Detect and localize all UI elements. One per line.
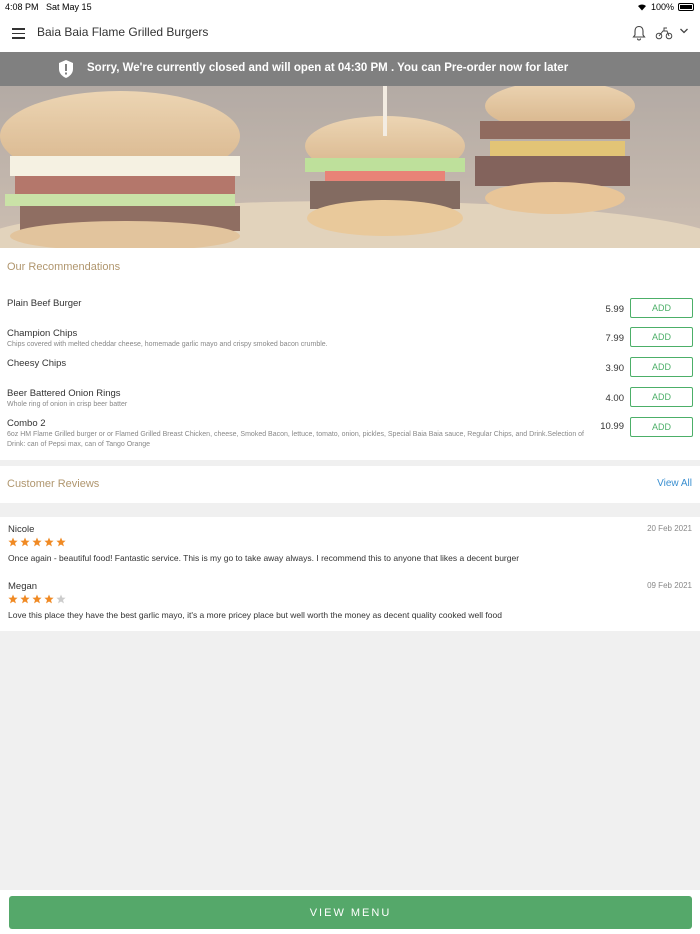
status-time-text: 4:08 PM	[5, 2, 39, 12]
add-button[interactable]: ADD	[630, 327, 693, 347]
review-item: Nicole 20 Feb 2021 Once again - beautifu…	[0, 517, 700, 573]
rec-name: Combo 2	[7, 418, 46, 429]
rec-name: Cheesy Chips	[7, 358, 67, 369]
reviews-list: Nicole 20 Feb 2021 Once again - beautifu…	[0, 517, 700, 631]
rec-price: 5.99	[605, 304, 625, 315]
add-button[interactable]: ADD	[630, 298, 693, 318]
add-button[interactable]: ADD	[630, 357, 693, 377]
rec-description: 6oz HM Flame Grilled burger or or Flamed…	[7, 431, 584, 448]
review-date: 20 Feb 2021	[647, 524, 692, 533]
reviews-header: Customer Reviews View All	[0, 466, 700, 503]
delivery-scooter-icon[interactable]	[655, 26, 673, 40]
rec-name: Plain Beef Burger	[7, 298, 82, 309]
rec-description: Chips covered with melted cheddar cheese…	[7, 341, 328, 348]
battery-percent: 100%	[650, 2, 674, 12]
hero-image	[0, 86, 700, 248]
rec-item-plain-beef-burger: Plain Beef Burger 5.99 ADD	[0, 298, 700, 328]
bottom-bar: VIEW MENU	[0, 890, 700, 934]
reviews-title: Customer Reviews	[7, 478, 100, 490]
burger-photo	[0, 86, 700, 248]
closed-banner: Sorry, We're currently closed and will o…	[0, 52, 700, 86]
add-button[interactable]: ADD	[630, 417, 693, 437]
rec-price: 7.99	[605, 333, 625, 344]
app-header: Baia Baia Flame Grilled Burgers	[0, 14, 700, 52]
rec-price: 3.90	[605, 363, 625, 374]
reviewer-name: Nicole	[8, 524, 35, 535]
restaurant-title: Baia Baia Flame Grilled Burgers	[37, 25, 209, 39]
wifi-icon	[637, 4, 646, 11]
star-icon	[56, 537, 66, 547]
rec-price: 10.99	[600, 421, 624, 432]
bell-icon[interactable]	[632, 25, 646, 41]
status-right: 100%	[637, 2, 694, 12]
closed-message: Sorry, We're currently closed and will o…	[87, 62, 569, 74]
status-date: Sat May 15	[46, 2, 92, 12]
star-icon	[44, 537, 54, 547]
star-rating	[8, 537, 66, 547]
menu-icon[interactable]	[12, 28, 25, 39]
star-icon	[8, 537, 18, 547]
rec-description: Whole ring of onion in crisp beer batter	[7, 401, 128, 408]
rec-name: Beer Battered Onion Rings	[7, 388, 121, 399]
recommendations-section: Our Recommendations Plain Beef Burger 5.…	[0, 248, 700, 460]
rec-item-combo-2: Combo 2 6oz HM Flame Grilled burger or o…	[0, 417, 700, 453]
review-text: Once again - beautiful food! Fantastic s…	[8, 553, 520, 563]
battery-icon	[678, 3, 694, 11]
star-icon	[20, 594, 30, 604]
view-menu-button[interactable]: VIEW MENU	[9, 896, 692, 929]
reviewer-name: Megan	[8, 581, 38, 592]
rec-price: 4.00	[605, 393, 625, 404]
recommendations-title: Our Recommendations	[7, 261, 121, 273]
add-button[interactable]: ADD	[630, 387, 693, 407]
status-time: 4:08 PM Sat May 15	[5, 2, 92, 12]
review-date: 09 Feb 2021	[647, 581, 692, 590]
star-icon	[44, 594, 54, 604]
star-icon	[32, 537, 42, 547]
star-icon	[20, 537, 30, 547]
star-icon	[8, 594, 18, 604]
shield-alert-icon	[59, 60, 73, 78]
rec-item-champion-chips: Champion Chips Chips covered with melted…	[0, 327, 700, 357]
review-text: Love this place they have the best garli…	[8, 610, 502, 620]
star-icon	[32, 594, 42, 604]
rec-name: Champion Chips	[7, 328, 78, 339]
chevron-down-icon[interactable]	[679, 26, 689, 36]
view-all-link[interactable]: View All	[657, 478, 692, 489]
star-icon	[56, 594, 66, 604]
rec-item-cheesy-chips: Cheesy Chips 3.90 ADD	[0, 357, 700, 387]
star-rating	[8, 594, 66, 604]
status-bar: 4:08 PM Sat May 15 100%	[0, 0, 700, 14]
rec-item-onion-rings: Beer Battered Onion Rings Whole ring of …	[0, 387, 700, 417]
review-item: Megan 09 Feb 2021 Love this place they h…	[0, 574, 700, 630]
